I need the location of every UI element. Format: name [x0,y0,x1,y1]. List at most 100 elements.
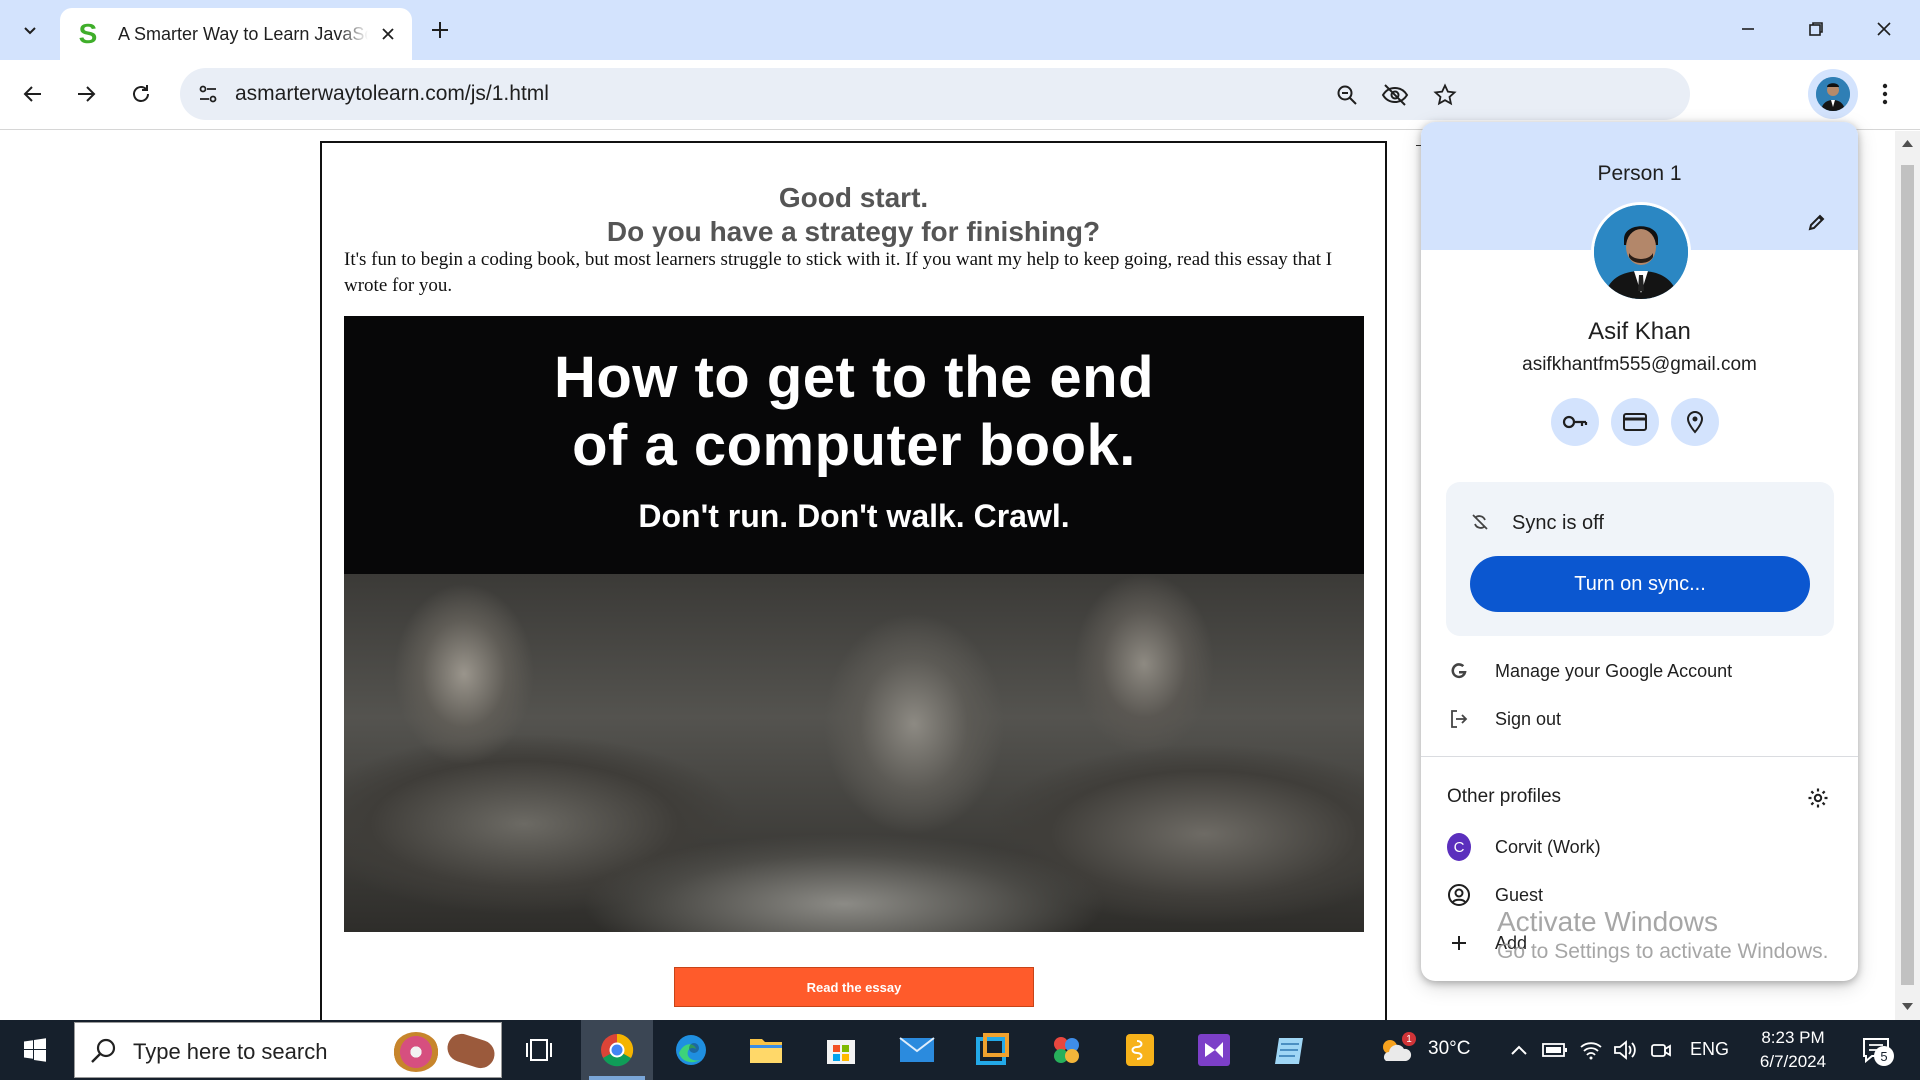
minimize-button[interactable] [1714,0,1782,58]
weather-alert-badge: 1 [1402,1032,1416,1046]
notification-center-button[interactable]: 5 [1856,1032,1896,1068]
credit-card-icon [1623,413,1647,431]
profile-menu: Person 1 Asif Khan asifkhantfm555@gmail.… [1421,122,1858,981]
reload-button[interactable] [118,71,164,117]
profile-email: asifkhantfm555@gmail.com [1522,354,1757,375]
profile-person-label: Person 1 [1597,162,1682,185]
taskbar-chrome[interactable] [581,1020,653,1080]
minimize-icon [1742,28,1754,30]
taskbar-notes-app[interactable] [1104,1020,1176,1080]
taskbar-search-box[interactable]: Type here to search [74,1022,502,1078]
volume-button[interactable] [1612,1037,1638,1063]
search-icon [91,1038,116,1063]
profile-item-corvit[interactable]: C Corvit (Work) [1421,826,1858,868]
sign-out-item[interactable]: Sign out [1421,698,1858,740]
notepad-app-icon [1275,1038,1303,1064]
profile-avatar [1591,202,1691,302]
reload-icon [133,85,149,102]
kebab-menu-icon [1882,83,1888,105]
show-hidden-icons-button[interactable] [1506,1037,1532,1063]
file-explorer-icon [750,1039,782,1063]
site-info-button[interactable] [192,78,224,110]
essay-banner-image[interactable]: How to get to the end of a computer book… [344,316,1364,932]
profile-button[interactable] [1808,69,1858,119]
divider [1421,756,1858,757]
avatar [1816,77,1850,111]
temperature[interactable]: 30°C [1428,1038,1470,1060]
sign-out-icon [1447,707,1471,731]
zoom-button[interactable] [1330,78,1364,112]
browser-menu-button[interactable] [1862,71,1908,117]
taskbar-mail[interactable] [881,1020,953,1080]
intro-paragraph: It's fun to begin a coding book, but mos… [344,249,1333,296]
tab-strip: S A Smarter Way to Learn JavaScript [0,0,1920,60]
profile-badge: C [1447,833,1471,861]
passwords-button[interactable] [1551,398,1599,446]
tracking-protection-button[interactable] [1378,78,1412,112]
tab-close-button[interactable] [376,22,400,46]
chrome-icon [601,1033,634,1067]
taskbar-visual-studio[interactable] [1178,1020,1250,1080]
system-clock[interactable]: 8:23 PM 6/7/2024 [1742,1026,1844,1074]
edit-profile-button[interactable] [1801,206,1833,238]
manage-profiles-button[interactable] [1804,784,1832,812]
chevron-up-icon [1511,1045,1527,1055]
camera-icon [1651,1044,1671,1057]
search-placeholder: Type here to search [133,1039,328,1064]
battery-button[interactable] [1542,1037,1568,1063]
task-view-button[interactable] [503,1020,575,1080]
meet-now-button[interactable] [1648,1037,1674,1063]
taskbar-edge[interactable] [655,1020,727,1080]
add-profile-item[interactable]: Add [1421,922,1858,964]
wifi-button[interactable] [1578,1037,1604,1063]
key-icon [1562,415,1588,429]
clock-date: 6/7/2024 [1759,1052,1827,1071]
taskbar-remote-app[interactable] [956,1020,1028,1080]
back-button[interactable] [10,71,56,117]
profile-name: Asif Khan [1588,318,1691,345]
page-scrollbar[interactable] [1895,131,1920,1020]
sync-off-icon [1468,510,1492,534]
caret-down-icon [1902,1003,1913,1010]
close-window-button[interactable] [1850,0,1918,58]
read-essay-button[interactable]: Read the essay [674,967,1034,1007]
profile-item-guest[interactable]: Guest [1421,874,1858,916]
scroll-down-button[interactable] [1901,1001,1914,1013]
google-g-icon [1447,659,1471,683]
office-app-icon [1054,1037,1079,1063]
url-text[interactable]: asmarterwaytolearn.com/js/1.html [235,82,549,106]
tab-title: A Smarter Way to Learn JavaScript [118,23,368,44]
turn-on-sync-button[interactable]: Turn on sync... [1470,556,1810,612]
chevron-down-icon [24,27,36,35]
tune-icon [199,85,217,103]
mud-crawl-photo [344,574,1364,932]
taskbar-file-explorer[interactable] [730,1020,802,1080]
restore-button[interactable] [1782,0,1850,58]
manage-google-account-item[interactable]: Manage your Google Account [1421,650,1858,692]
headline-line-2: Do you have a strategy for finishing? [606,216,1101,247]
input-language[interactable]: ENG [1690,1039,1729,1060]
addresses-button[interactable] [1671,398,1719,446]
scrollbar-thumb[interactable] [1901,165,1914,985]
forward-button[interactable] [63,71,109,117]
new-tab-button[interactable] [422,12,458,48]
taskbar-notepad-app[interactable] [1254,1020,1326,1080]
payment-methods-button[interactable] [1611,398,1659,446]
visual-studio-icon [1198,1034,1230,1066]
start-button[interactable] [0,1020,70,1080]
bookmark-button[interactable] [1428,78,1462,112]
zoom-icon [1337,85,1357,105]
browser-tab[interactable]: S A Smarter Way to Learn JavaScript [60,8,412,60]
sign-out-label: Sign out [1495,708,1562,729]
address-bar[interactable]: asmarterwaytolearn.com/js/1.html [180,68,1690,120]
banner-line-1: How to get to the end [553,345,1155,410]
scroll-up-button[interactable] [1901,137,1914,149]
taskbar-store[interactable] [805,1020,877,1080]
tab-search-button[interactable] [10,10,50,50]
chocolate-illustration-icon [443,1030,499,1072]
microsoft-store-icon [827,1040,855,1064]
guest-icon [1447,883,1471,907]
eye-slash-icon [1381,84,1409,106]
notification-count: 5 [1874,1046,1894,1066]
taskbar-office-app[interactable] [1030,1020,1102,1080]
